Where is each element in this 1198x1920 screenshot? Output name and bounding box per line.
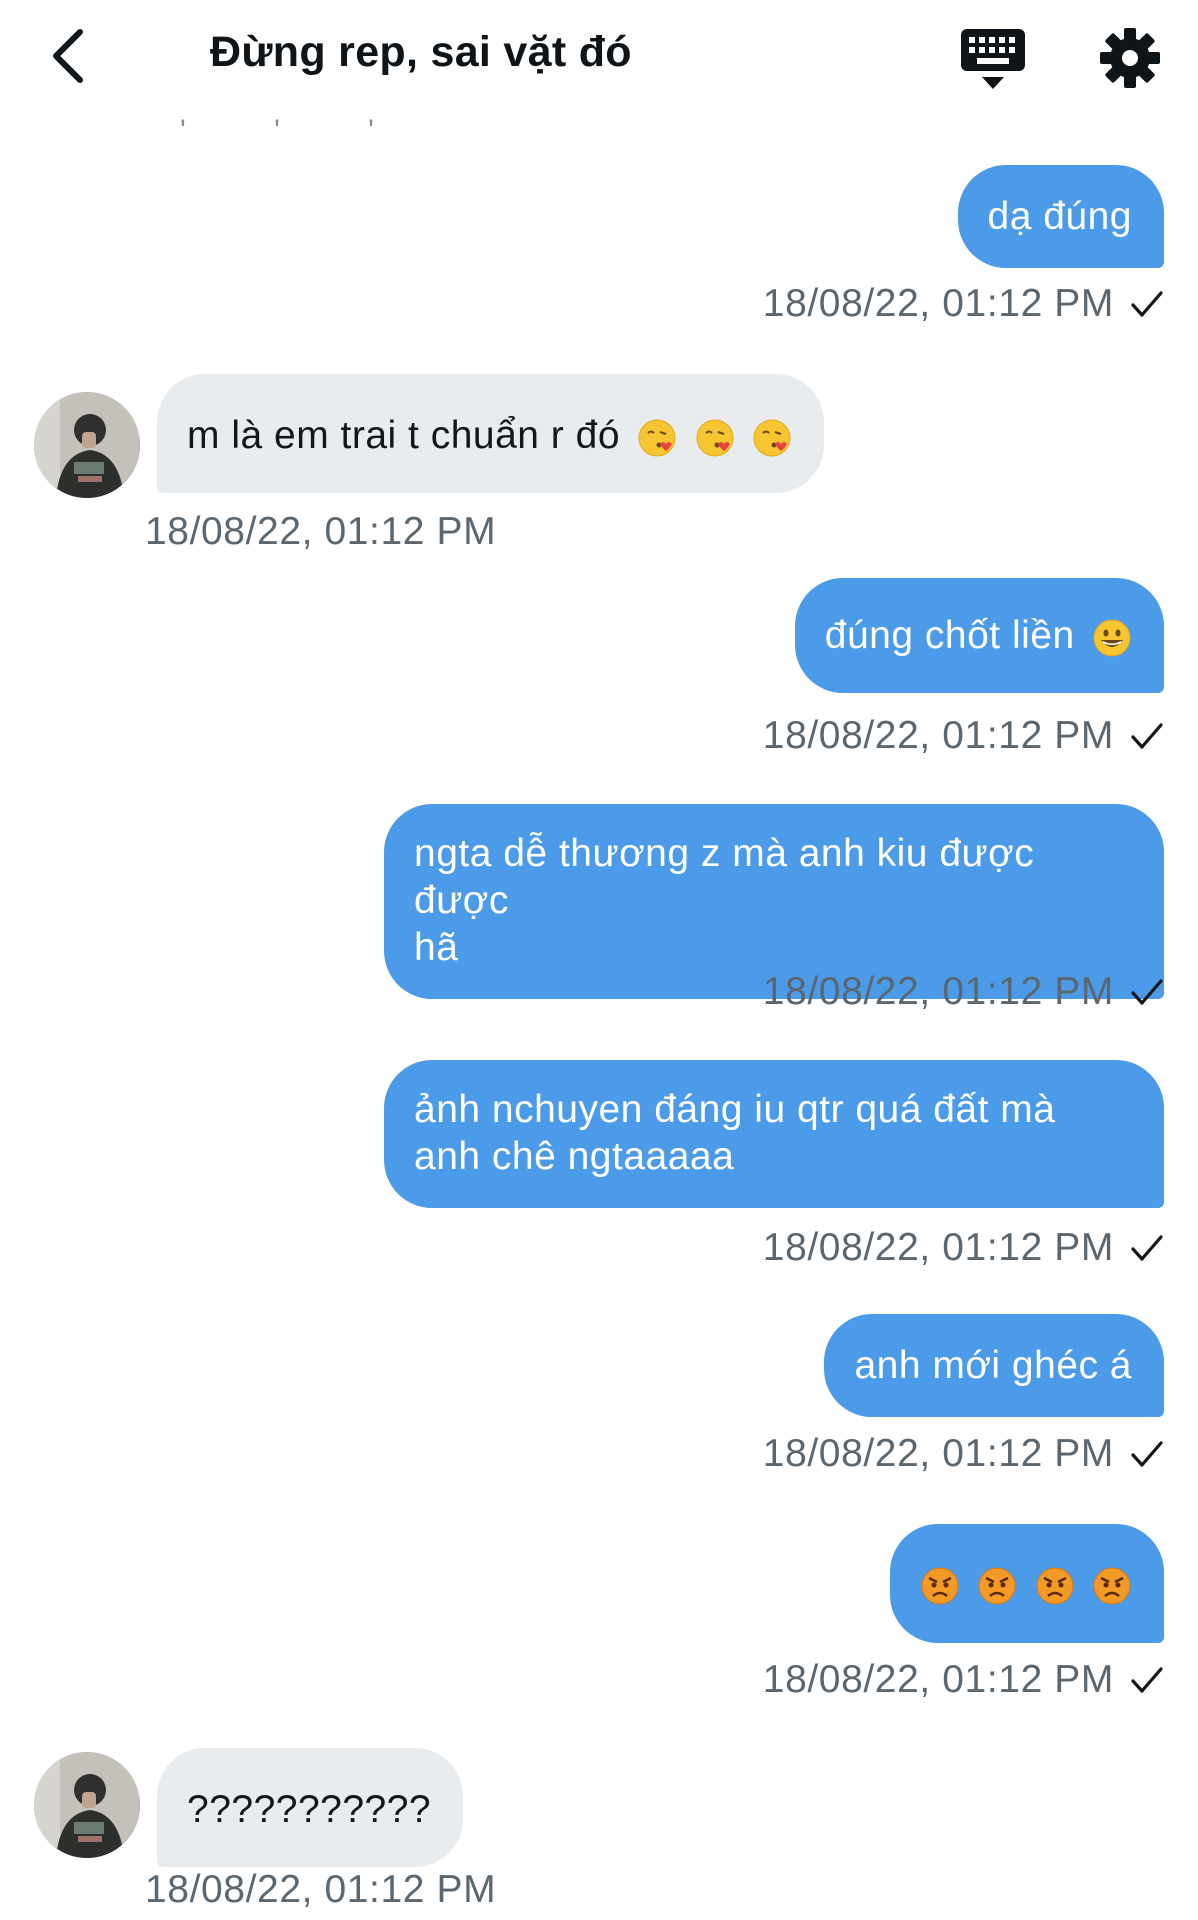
angry-face-icon [978,1567,1016,1605]
face-blowing-kiss-icon [696,419,734,457]
keyboard-button[interactable] [958,26,1028,92]
avatar[interactable] [34,1752,140,1858]
timestamp-text: 18/08/22, 01:12 PM [762,1432,1114,1475]
message-text-line-2: hã [414,926,459,969]
message-text-line-1: ngta dễ thương z mà anh kiu được được [414,832,1035,922]
avatar-photo [34,1752,140,1858]
message-timestamp: 18/08/22, 01:12 PM [145,510,497,553]
chat-header: Đừng rep, sai vặt đó [0,0,1198,112]
message-bubble-sent[interactable]: dạ đúng [957,165,1164,268]
message-timestamp: 18/08/22, 01:12 PM [763,282,1164,326]
message-text: dạ đúng [987,195,1132,238]
angry-face-icon [921,1567,959,1605]
message-timestamp: 18/08/22, 01:12 PM [763,1226,1164,1270]
message-bubble-received[interactable]: m là em trai t chuẩn r đó [157,374,825,493]
back-button[interactable] [38,24,98,88]
checkmark-icon [1131,1441,1163,1467]
checkmark-icon [1131,723,1163,749]
message-text: ??????????? [187,1788,432,1831]
truncated-text-fragment: ' ' ' [180,114,414,147]
message-bubble-sent[interactable]: đúng chốt liền [794,578,1164,693]
message-timestamp: 18/08/22, 01:12 PM [763,1432,1164,1476]
message-timestamp: 18/08/22, 01:12 PM [145,1868,497,1911]
avatar-photo [34,392,140,498]
grinning-face-icon [1093,619,1131,657]
message-bubble-received[interactable]: ??????????? [157,1748,464,1867]
angry-face-icon [1093,1567,1131,1605]
message-timestamp: 18/08/22, 01:12 PM [763,1658,1164,1702]
message-bubble-sent[interactable]: ảnh nchuyen đáng iu qtr quá đất mà anh c… [384,1060,1164,1208]
angry-face-icon [1036,1567,1074,1605]
checkmark-icon [1131,291,1163,317]
message-timestamp: 18/08/22, 01:12 PM [763,970,1164,1014]
face-blowing-kiss-icon [753,419,791,457]
chevron-left-icon [53,29,83,83]
message-text: đúng chốt liền [824,614,1075,657]
message-bubble-sent[interactable] [889,1524,1164,1643]
checkmark-icon [1131,979,1163,1005]
conversation-title: Đừng rep, sai vặt đó [210,28,632,76]
timestamp-text: 18/08/22, 01:12 PM [762,714,1114,757]
checkmark-icon [1131,1667,1163,1693]
timestamp-text: 18/08/22, 01:12 PM [762,1226,1114,1269]
face-blowing-kiss-icon [638,419,676,457]
timestamp-text: 18/08/22, 01:12 PM [762,1658,1114,1701]
message-text: m là em trai t chuẩn r đó [187,414,621,457]
timestamp-text: 18/08/22, 01:12 PM [762,282,1114,325]
timestamp-text: 18/08/22, 01:12 PM [762,970,1114,1013]
keyboard-icon [961,29,1025,89]
message-text-line-2: anh chê ngtaaaaa [414,1135,735,1178]
gear-icon [1100,28,1160,88]
settings-button[interactable] [1098,26,1162,90]
message-text: anh mới ghéc á [854,1344,1132,1387]
avatar[interactable] [34,392,140,498]
message-text-line-1: ảnh nchuyen đáng iu qtr quá đất mà [414,1088,1056,1131]
message-bubble-sent[interactable]: anh mới ghéc á [824,1314,1164,1417]
checkmark-icon [1131,1235,1163,1261]
message-timestamp: 18/08/22, 01:12 PM [763,714,1164,758]
